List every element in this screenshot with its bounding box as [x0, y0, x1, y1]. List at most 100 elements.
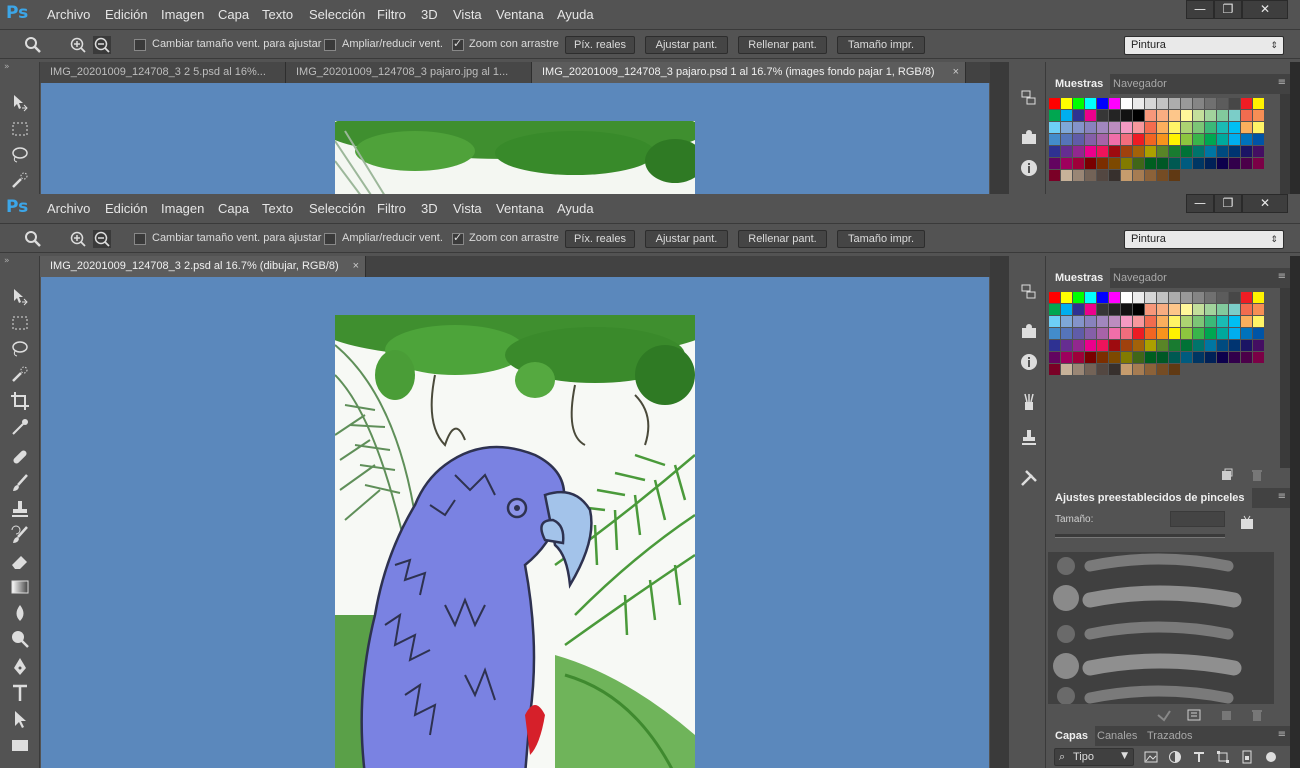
color-swatch[interactable]: [1073, 170, 1084, 181]
color-swatch[interactable]: [1085, 98, 1096, 109]
color-swatch[interactable]: [1241, 122, 1252, 133]
print-size-button[interactable]: Tamaño impr.: [837, 230, 925, 248]
menu-3d[interactable]: 3D: [421, 7, 438, 22]
color-swatch[interactable]: [1205, 110, 1216, 121]
menu-capa[interactable]: Capa: [218, 7, 249, 22]
color-swatch[interactable]: [1085, 304, 1096, 315]
color-swatch[interactable]: [1181, 98, 1192, 109]
color-swatch[interactable]: [1145, 340, 1156, 351]
brush-panel-icon[interactable]: [1186, 708, 1202, 722]
print-size-button[interactable]: Tamaño impr.: [837, 36, 925, 54]
layer-filter-select[interactable]: ⌕ Tipo ▼: [1054, 748, 1134, 766]
path-selection-tool-icon[interactable]: [9, 708, 31, 730]
color-swatch[interactable]: [1205, 316, 1216, 327]
color-swatch[interactable]: [1145, 122, 1156, 133]
color-swatch[interactable]: [1229, 304, 1240, 315]
rectangle-tool-icon[interactable]: [9, 734, 31, 756]
menu-3d[interactable]: 3D: [421, 201, 438, 216]
color-swatch[interactable]: [1193, 158, 1204, 169]
color-swatch[interactable]: [1157, 304, 1168, 315]
color-swatch[interactable]: [1121, 364, 1132, 375]
menu-seleccion[interactable]: Selección: [309, 7, 365, 22]
color-swatch[interactable]: [1109, 292, 1120, 303]
color-swatch[interactable]: [1097, 364, 1108, 375]
color-swatch[interactable]: [1145, 352, 1156, 363]
document-tab-active[interactable]: IMG_20201009_124708_3 2.psd al 16.7% (di…: [40, 256, 366, 277]
menu-imagen[interactable]: Imagen: [161, 7, 204, 22]
color-swatch[interactable]: [1109, 158, 1120, 169]
collapse-icon[interactable]: »: [4, 62, 10, 72]
color-swatch[interactable]: [1073, 364, 1084, 375]
color-swatch[interactable]: [1061, 158, 1072, 169]
color-swatch[interactable]: [1205, 304, 1216, 315]
color-swatch[interactable]: [1085, 316, 1096, 327]
history-icon[interactable]: [1019, 88, 1039, 108]
color-swatch[interactable]: [1181, 328, 1192, 339]
color-swatch[interactable]: [1121, 158, 1132, 169]
color-swatch[interactable]: [1085, 340, 1096, 351]
menu-ayuda[interactable]: Ayuda: [557, 201, 594, 216]
color-swatch[interactable]: [1097, 352, 1108, 363]
color-swatch[interactable]: [1193, 122, 1204, 133]
color-swatch[interactable]: [1229, 134, 1240, 145]
color-swatch[interactable]: [1193, 146, 1204, 157]
color-swatch[interactable]: [1049, 292, 1060, 303]
tab-muestras[interactable]: Muestras: [1048, 74, 1111, 94]
color-swatch[interactable]: [1049, 352, 1060, 363]
filter-toggle-icon[interactable]: [1264, 750, 1278, 764]
color-swatch[interactable]: [1169, 158, 1180, 169]
zoom-all-windows-checkbox[interactable]: [324, 233, 336, 245]
color-swatch[interactable]: [1241, 110, 1252, 121]
crop-tool-icon[interactable]: [9, 390, 31, 412]
color-swatch[interactable]: [1133, 110, 1144, 121]
color-swatch[interactable]: [1205, 340, 1216, 351]
color-swatch[interactable]: [1049, 328, 1060, 339]
color-swatch[interactable]: [1097, 98, 1108, 109]
color-swatch[interactable]: [1097, 292, 1108, 303]
tab-close-icon[interactable]: ×: [953, 62, 959, 83]
color-swatch[interactable]: [1217, 304, 1228, 315]
color-swatch[interactable]: [1157, 158, 1168, 169]
menu-archivo[interactable]: Archivo: [47, 7, 90, 22]
menu-edicion[interactable]: Edición: [105, 7, 148, 22]
color-swatch[interactable]: [1061, 316, 1072, 327]
color-swatch[interactable]: [1097, 304, 1108, 315]
color-swatch[interactable]: [1097, 170, 1108, 181]
color-swatch[interactable]: [1133, 328, 1144, 339]
color-swatch[interactable]: [1205, 352, 1216, 363]
color-swatch[interactable]: [1217, 352, 1228, 363]
clone-source-icon[interactable]: [1019, 428, 1039, 448]
color-swatch[interactable]: [1121, 328, 1132, 339]
gradient-tool-icon[interactable]: [9, 576, 31, 598]
eyedropper-tool-icon[interactable]: [9, 416, 31, 438]
color-swatch[interactable]: [1157, 98, 1168, 109]
color-swatch[interactable]: [1241, 158, 1252, 169]
swatches-scrollbar[interactable]: [1280, 288, 1290, 468]
swatches-scrollbar[interactable]: [1280, 94, 1290, 194]
color-swatch[interactable]: [1073, 146, 1084, 157]
color-swatch[interactable]: [1109, 146, 1120, 157]
workspace-select[interactable]: Pintura ⇕: [1124, 36, 1284, 55]
menu-filtro[interactable]: Filtro: [377, 7, 406, 22]
color-swatch[interactable]: [1049, 98, 1060, 109]
close-button[interactable]: ✕: [1242, 194, 1288, 213]
color-swatch[interactable]: [1253, 304, 1264, 315]
color-swatch[interactable]: [1253, 340, 1264, 351]
document-canvas[interactable]: [41, 83, 989, 194]
color-swatch[interactable]: [1109, 110, 1120, 121]
color-swatch[interactable]: [1133, 340, 1144, 351]
adjustment-filter-icon[interactable]: [1168, 750, 1182, 764]
color-swatch[interactable]: [1133, 170, 1144, 181]
color-swatch[interactable]: [1073, 110, 1084, 121]
color-swatch[interactable]: [1085, 328, 1096, 339]
properties-icon[interactable]: [1019, 322, 1039, 342]
color-swatch[interactable]: [1121, 134, 1132, 145]
color-swatch[interactable]: [1157, 352, 1168, 363]
color-swatch[interactable]: [1097, 328, 1108, 339]
color-swatch[interactable]: [1145, 146, 1156, 157]
shape-filter-icon[interactable]: [1216, 750, 1230, 764]
document-tab[interactable]: IMG_20201009_124708_3 2 5.psd al 16%...: [40, 62, 286, 83]
zoom-tool-icon[interactable]: [24, 36, 42, 54]
color-swatch[interactable]: [1229, 98, 1240, 109]
move-tool-icon[interactable]: [9, 286, 31, 308]
